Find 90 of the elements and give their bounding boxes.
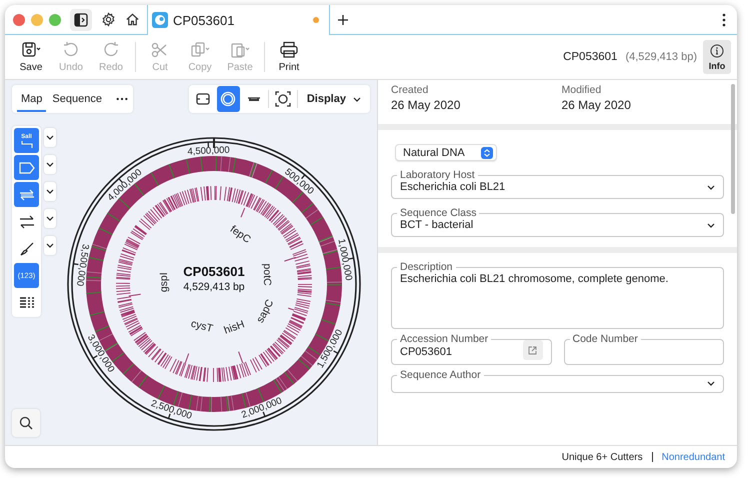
field-label: Laboratory Host [399,169,476,181]
document-tab[interactable]: CP053601 [147,5,330,35]
print-button[interactable]: Print [269,41,309,73]
fit-to-view-icon [274,91,291,107]
tool-options-dropdown[interactable] [44,182,56,201]
new-tab-icon[interactable] [338,14,348,24]
chevron-icon [707,222,715,228]
feature-tool-button[interactable] [14,155,39,180]
tab-title: CP053601 [173,12,236,28]
cut-site-icon [20,140,32,148]
grid-icon [18,294,36,310]
external-link-icon [528,346,537,354]
printer-icon [278,41,300,59]
feature-label: gspI [158,272,170,292]
select-field[interactable]: Laboratory Host Escherichia coli BL21 [391,169,724,199]
close-icon[interactable] [13,14,25,26]
tick-label: 4,500,000 [187,144,230,158]
feature-label: potC [261,264,274,286]
swap-arrows-icon [18,214,36,230]
field-value: BCT - bacterial [400,219,474,231]
tool-options-dropdown[interactable] [44,155,56,174]
accession-field[interactable]: Accession Number CP053601 [391,333,552,365]
search-button[interactable] [12,409,40,437]
chevron-icon [46,189,54,194]
linear-map-icon [195,91,212,107]
date-label: Modified [562,84,602,96]
chevron-icon [46,243,54,248]
map-length: 4,529,413 bp [183,281,245,293]
info-button[interactable]: Info [703,40,731,74]
feature-label: cysT [190,318,214,335]
tick-label: 3,500,000 [74,243,91,287]
field-label: Description [399,261,454,273]
chevron-icon [352,96,361,102]
more-icon[interactable] [722,12,726,26]
field-label: Code Number [572,333,639,345]
circle-icon [220,91,236,107]
date-label: Created [391,84,430,96]
chevron-icon [46,135,54,140]
field-value: Escherichia coli BL21 chromosome, complete genome. [400,273,670,285]
copy-icon [189,41,211,59]
sidebar-icon [74,12,88,26]
chevron-icon [707,381,715,386]
floppy-disk-icon [20,41,42,59]
chevron-icon [46,216,54,221]
field-label: Sequence Class [399,207,478,219]
tick-label: 1,000,000 [336,238,354,282]
save-button[interactable]: Save [11,41,51,73]
code-number-field[interactable]: Code Number [564,333,724,365]
feature-arrow-icon [18,160,36,176]
molecule-type-select[interactable]: Natural DNA [395,144,497,161]
sequence-name: CP053601 [563,51,618,63]
feature-label: fepC [228,223,253,246]
circular-view-button[interactable] [217,86,240,112]
tool-options-dropdown[interactable] [44,209,56,228]
double-arrow-icon [18,186,36,202]
tool-options-dropdown[interactable] [44,236,56,255]
select-field[interactable]: Sequence Author [391,369,724,393]
date-value: 26 May 2020 [562,98,632,112]
display-dropdown[interactable]: Display [300,93,367,105]
field-value: Escherichia coli BL21 [400,181,506,193]
stepper-icon [481,146,493,158]
sequence-length: (4,529,413 bp) [625,51,697,63]
scrollbar[interactable] [731,84,735,214]
chevron-icon [46,162,54,167]
home-icon[interactable] [125,12,140,27]
field-label: Accession Number [399,333,490,345]
open-link-button[interactable] [522,340,542,360]
primer-tool-button[interactable] [14,182,39,207]
view-tab[interactable]: Map [17,86,46,112]
field-value: CP053601 [400,346,453,358]
feature-label: sapC [254,298,276,325]
tool-options-dropdown[interactable] [44,128,56,147]
enzyme-mode-link[interactable]: Nonredundant [662,452,725,462]
brush-icon [18,240,36,256]
paste-icon [229,41,251,59]
search-icon [19,416,33,430]
settings-icon[interactable] [101,12,116,27]
feature-label: hisH [222,318,246,337]
app-icon [152,12,168,28]
select-field[interactable]: Sequence Class BCT - bacterial [391,207,724,237]
more-icon[interactable] [116,97,128,101]
date-value: 26 May 2020 [391,98,462,112]
description-field[interactable]: Description Escherichia coli BL21 chromosome, complete genome. [391,261,724,329]
field-label: Sequence Author [399,369,482,381]
sidebar-toggle-button[interactable] [70,8,92,30]
enzyme-set-label: Unique 6+ Cutters [562,452,643,462]
view-tab[interactable]: Sequence [48,86,106,112]
info-icon [710,44,724,58]
chevron-icon [707,184,715,190]
map-title: CP053601 [183,264,245,279]
